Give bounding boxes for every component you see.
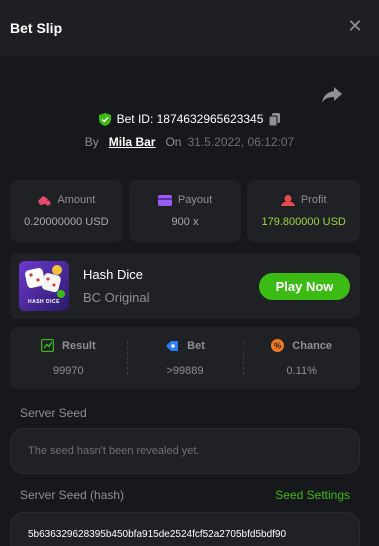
svg-text:%: % xyxy=(274,342,281,351)
bet-icon xyxy=(166,340,179,351)
result-cell-bet: Bet >99889 xyxy=(126,327,244,389)
verified-shield-icon xyxy=(98,112,111,126)
stat-label: Profit xyxy=(300,194,327,206)
game-card: HASH DICE Hash Dice BC Original Play Now xyxy=(10,253,360,319)
stat-value: 900 x xyxy=(171,216,199,228)
result-label: Chance xyxy=(292,339,333,352)
amount-icon xyxy=(38,195,51,205)
bet-id: Bet ID: 1874632965623345 xyxy=(116,112,264,126)
result-cell-result: Result 99970 xyxy=(10,327,127,389)
game-thumb-text: HASH DICE xyxy=(27,299,60,305)
bet-stats: Amount 0.20000000 USD Payout 900 x Profi… xyxy=(10,180,361,242)
user-link[interactable]: Mila Bar xyxy=(109,135,156,149)
stat-payout: Payout 900 x xyxy=(128,180,242,242)
game-provider: BC Original xyxy=(83,290,150,305)
server-seed-hash-label: Server Seed (hash) xyxy=(20,488,125,502)
result-panel: Result 99970 Bet >99889 % Chance 0.11% xyxy=(10,327,360,389)
result-value: 99970 xyxy=(53,365,84,377)
seed-settings-link[interactable]: Seed Settings xyxy=(275,488,350,502)
bet-slip-title: Bet Slip xyxy=(10,20,63,36)
bet-date: 31.5.2022, 06:12:07 xyxy=(187,135,295,149)
game-name: Hash Dice xyxy=(83,267,143,282)
play-now-button[interactable]: Play Now xyxy=(259,272,350,300)
server-seed-value: The seed hasn't been revealed yet. xyxy=(28,445,200,457)
payout-icon xyxy=(157,194,172,206)
stat-label: Amount xyxy=(57,194,96,206)
profit-icon xyxy=(280,194,295,206)
bet-meta-row: By Mila Bar On 31.5.2022, 06:12:07 xyxy=(0,135,379,149)
server-seed-label: Server Seed xyxy=(20,406,87,420)
result-icon xyxy=(41,339,55,352)
result-cell-chance: % Chance 0.11% xyxy=(243,327,360,389)
by-label: By xyxy=(84,135,99,149)
stat-label: Payout xyxy=(177,194,213,206)
stat-amount: Amount 0.20000000 USD xyxy=(10,180,123,242)
share-icon[interactable] xyxy=(321,86,343,104)
close-icon[interactable]: ✕ xyxy=(347,17,363,35)
server-seed-field: The seed hasn't been revealed yet. xyxy=(10,428,360,474)
bet-slip-header: Bet Slip xyxy=(0,0,379,56)
stat-value: 0.20000000 USD xyxy=(24,216,109,228)
chance-icon: % xyxy=(271,339,285,352)
result-label: Result xyxy=(62,339,96,352)
game-thumbnail[interactable]: HASH DICE xyxy=(19,261,69,311)
bet-id-row: Bet ID: 1874632965623345 xyxy=(0,112,379,126)
stat-value: 179.800000 USD xyxy=(261,216,346,228)
result-value: 0.11% xyxy=(286,365,317,377)
copy-icon[interactable] xyxy=(269,112,281,126)
server-seed-hash-value: 5b636329628395b450bfa915de2524fcf52a2705… xyxy=(28,528,287,540)
result-label: Bet xyxy=(187,339,205,352)
result-value: >99889 xyxy=(166,364,204,377)
server-seed-hash-field[interactable]: 5b636329628395b450bfa915de2524fcf52a2705… xyxy=(10,512,360,546)
stat-profit: Profit 179.800000 USD xyxy=(247,180,361,242)
on-label: On xyxy=(165,135,182,149)
